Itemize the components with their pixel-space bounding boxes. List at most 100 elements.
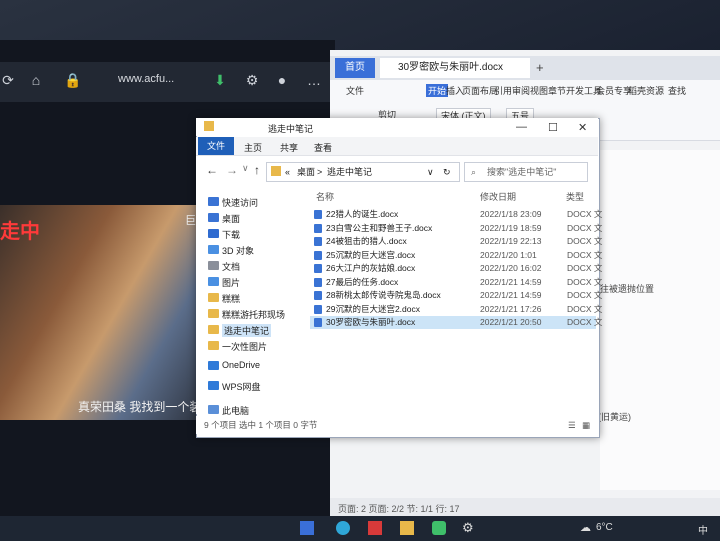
input-language[interactable]: 中	[698, 522, 708, 537]
refresh-icon[interactable]: ↻	[443, 163, 451, 181]
wps-search[interactable]: 查找	[668, 84, 686, 97]
forward-arrow-icon[interactable]: →	[226, 163, 238, 177]
extension-icon[interactable]: ⬇	[212, 72, 228, 88]
column-header-type[interactable]: 类型	[566, 190, 584, 203]
details-view-icon[interactable]: ☰	[568, 416, 576, 434]
refresh-icon[interactable]: ⟳	[0, 72, 16, 88]
wps-menu-docer[interactable]: 稻壳资源	[628, 84, 664, 97]
sidebar-item[interactable]: 糕糕游托邦现场	[222, 308, 285, 321]
wps-menu-file[interactable]: 文件	[346, 84, 364, 97]
wps-menu-view[interactable]: 视图	[530, 84, 548, 97]
file-type: DOCX 文	[567, 303, 603, 314]
wps-icon[interactable]	[368, 521, 382, 535]
wps-menu-layout[interactable]: 页面布局	[462, 84, 498, 97]
video-title: 走中	[0, 221, 40, 243]
table-row[interactable]: 23白雪公主和野兽王子.docx 2022/1/19 18:59 DOCX 文	[310, 222, 602, 235]
wps-statusbar: 页面: 2 页面: 2/2 节: 1/1 行: 17	[330, 498, 720, 518]
table-row[interactable]: 22猎人的诞生.docx 2022/1/18 23:09 DOCX 文	[310, 208, 602, 221]
wps-menu-section[interactable]: 章节	[548, 84, 566, 97]
temperature: 6°C	[596, 522, 613, 533]
sidebar-item[interactable]: 一次性图片	[222, 340, 267, 353]
url-bar[interactable]: www.acfu...	[118, 73, 174, 85]
docx-file-icon	[314, 291, 322, 300]
table-row[interactable]: 27最后的任务.docx 2022/1/21 14:59 DOCX 文	[310, 276, 602, 289]
docx-file-icon	[314, 277, 322, 287]
more-icon[interactable]: …	[306, 72, 322, 88]
sidebar-item[interactable]: 逃走中笔记	[222, 324, 272, 337]
column-header-date[interactable]: 修改日期	[480, 190, 516, 203]
file-date: 2022/1/21 20:50	[480, 317, 542, 327]
wps-status-text: 页面: 2 页面: 2/2 节: 1/1 行: 17	[338, 504, 460, 514]
chevron-down-icon[interactable]: ∨	[242, 163, 249, 174]
file-date: 2022/1/20 16:02	[480, 263, 542, 273]
file-type: DOCX 文	[567, 209, 603, 219]
sidebar-item[interactable]: 3D 对象	[222, 244, 254, 257]
gear-icon[interactable]: ⚙	[462, 520, 474, 536]
breadcrumb-current[interactable]: 逃走中笔记	[327, 163, 372, 181]
tab-view[interactable]: 查看	[314, 141, 332, 154]
breadcrumb-desktop[interactable]: 桌面	[297, 163, 315, 181]
item-count: 9 个项目 选中 1 个项目 0 字节	[204, 420, 318, 430]
file-type: DOCX 文	[567, 236, 603, 246]
folder-icon	[271, 166, 281, 176]
sidebar-item[interactable]: 文档	[222, 260, 240, 273]
back-arrow-icon[interactable]: ←	[206, 163, 218, 177]
wps-menu-start[interactable]: 开始	[426, 84, 449, 97]
sidebar-item[interactable]: 快速访问	[222, 196, 258, 209]
search-input[interactable]: ⌕ 搜索"逃走中笔记"	[464, 162, 588, 182]
docx-file-icon	[314, 264, 322, 273]
sidebar-item[interactable]: 下载	[222, 228, 240, 241]
browser-toolbar: ⟳ ⌂ 🔒 www.acfu... ⬇ ⚙ ● …	[0, 62, 335, 102]
file-name: 24被狙击的猎人.docx	[326, 236, 407, 246]
sidebar-item[interactable]: 图片	[222, 276, 240, 289]
table-row[interactable]: 24被狙击的猎人.docx 2022/1/19 22:13 DOCX 文	[310, 235, 602, 248]
file-name: 26大江户的灰姑娘.docx	[326, 263, 416, 273]
chevron-down-icon[interactable]: ∨	[427, 163, 434, 181]
weather-icon[interactable]: ☁	[580, 521, 591, 534]
wps-menu-review[interactable]: 审阅	[512, 84, 530, 97]
avatar[interactable]: ●	[274, 72, 290, 88]
app-icon-1[interactable]	[300, 521, 314, 535]
tab-file[interactable]: 文件	[198, 137, 234, 155]
new-tab-icon[interactable]: +	[536, 60, 544, 75]
sidebar-item[interactable]: 糕糕	[222, 292, 240, 305]
wechat-icon[interactable]	[432, 521, 446, 535]
up-arrow-icon[interactable]: ↑	[254, 163, 260, 177]
table-row[interactable]: 26大江户的灰姑娘.docx 2022/1/20 16:02 DOCX 文	[310, 262, 602, 275]
tab-share[interactable]: 共享	[280, 141, 298, 154]
wps-menu-ref[interactable]: 引用	[494, 84, 512, 97]
table-row[interactable]: 29沉默的巨大迷宫2.docx 2022/1/21 17:26 DOCX 文	[310, 303, 602, 316]
table-row[interactable]: 30罗密欧与朱丽叶.docx 2022/1/21 20:50 DOCX 文	[310, 316, 602, 329]
table-row[interactable]: 25沉默的巨大迷宫.docx 2022/1/20 1:01 DOCX 文	[310, 249, 602, 262]
tab-home[interactable]: 主页	[244, 141, 262, 154]
home-icon[interactable]: ⌂	[28, 72, 44, 88]
sidebar-item[interactable]: WPS网盘	[222, 380, 261, 393]
document-page[interactable]	[600, 150, 720, 490]
breadcrumb-separator: >	[317, 167, 323, 177]
sidebar-item[interactable]: 桌面	[222, 212, 240, 225]
search-placeholder: 搜索"逃走中笔记"	[487, 167, 557, 177]
edge-icon[interactable]	[336, 521, 350, 535]
table-row[interactable]: 28新桃太郎传说寺院鬼岛.docx 2022/1/21 14:59 DOCX 文	[310, 289, 602, 302]
wps-document-tab[interactable]: 30罗密欧与朱丽叶.docx	[380, 58, 530, 78]
sidebar-item[interactable]: OneDrive	[222, 360, 260, 370]
explorer-statusbar: 9 个项目 选中 1 个项目 0 字节 ☰ ▦	[196, 416, 598, 434]
column-header-name[interactable]: 名称	[316, 190, 334, 203]
breadcrumb-overflow[interactable]: «	[285, 163, 290, 181]
tiles-view-icon[interactable]: ▦	[582, 416, 590, 434]
window-title: 逃走中笔记	[268, 124, 314, 134]
wps-home-tab[interactable]: 首页	[335, 58, 375, 78]
close-button[interactable]: ✕	[578, 121, 587, 134]
settings-icon[interactable]: ⚙	[244, 72, 260, 88]
sidebar-item-icon	[208, 309, 219, 318]
sidebar-item-icon	[208, 361, 219, 370]
explorer-icon[interactable]	[400, 521, 414, 535]
video-subtitle: 真荣田桑 我找到一个装	[78, 400, 202, 414]
minimize-button[interactable]: —	[516, 121, 527, 133]
maximize-button[interactable]: ☐	[548, 121, 558, 134]
sidebar-item-icon	[208, 197, 219, 206]
address-bar[interactable]: « 桌面 > 逃走中笔记 ∨ ↻	[266, 162, 460, 182]
sidebar-item-icon	[208, 229, 219, 238]
folder-icon	[204, 121, 214, 131]
wps-menu-vip[interactable]: 会员专享	[596, 84, 632, 97]
